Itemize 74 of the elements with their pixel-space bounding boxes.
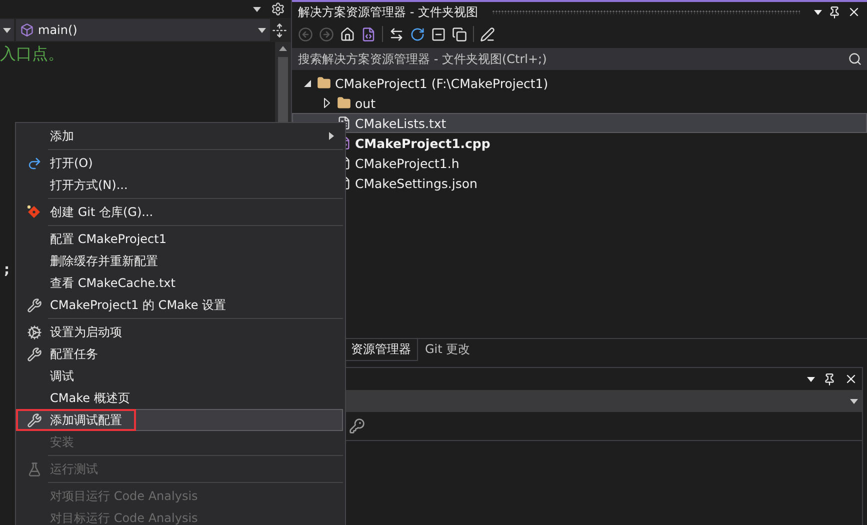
tree-item[interactable]: CMakeLists.txt [292,113,867,133]
cube-icon [20,23,34,37]
folder-icon [337,96,351,110]
menu-label: 配置任务 [50,346,98,362]
code-text: ; [3,262,11,278]
dropdown-caret-icon [253,6,261,12]
refresh-icon[interactable] [410,26,425,42]
flask-icon [26,462,42,476]
caret-icon [3,28,11,32]
menu-label: 添加调试配置 [50,412,122,428]
panel-tab[interactable]: Git 更改 [418,339,478,361]
menu-label: 打开(O) [50,154,93,172]
wrench-icon [26,346,42,362]
caret-icon [258,28,266,32]
split-icon[interactable] [272,22,287,38]
menu-label: 对项目运行 Code Analysis [50,488,198,504]
menu-item[interactable]: CMakeProject1 的 CMake 设置 [16,294,343,316]
menu-label: CMake 概述页 [50,390,130,406]
menu-item[interactable]: 删除缓存并重新配置 [16,250,343,272]
menu-item[interactable]: 配置任务 [16,343,343,365]
caret-icon [850,398,858,404]
menu-label: CMakeProject1 的 CMake 设置 [50,296,226,314]
gear-icon [26,324,42,340]
dropdown-caret-icon [814,10,822,14]
search-icon[interactable] [848,52,862,66]
folder-icon [317,76,331,90]
function-dropdown[interactable]: main() [16,19,270,41]
submenu-arrow-icon [329,132,334,140]
search-field[interactable]: 搜索解决方案资源管理器 - 文件夹视图(Ctrl+;) [292,48,867,70]
collapsed-arrow-icon[interactable] [324,98,330,108]
menu-label: 运行测试 [50,460,98,478]
copy-icon[interactable] [452,26,467,42]
switch-view-icon[interactable] [361,26,376,42]
scope-dropdown[interactable] [0,19,14,41]
git-icon [26,204,42,220]
menu-label: 打开方式(N)... [50,176,128,194]
tree-item[interactable]: out [292,93,867,113]
close-icon[interactable] [844,372,858,386]
wrench-icon [26,412,42,428]
menu-label: 调试 [50,368,74,384]
collapse-all-icon[interactable] [431,26,446,42]
code-comment: 入口点。 [0,44,65,64]
panel-tab[interactable]: 资源管理器 [344,339,418,361]
menu-item[interactable]: 打开方式(N)... [16,174,343,196]
panel-title: 解决方案资源管理器 - 文件夹视图 [298,4,478,20]
tree-item[interactable]: CMakeProject1 (F:\CMakeProject1) [292,73,867,93]
scroll-up-icon[interactable] [279,46,287,51]
redo-arrow-icon [26,156,42,170]
menu-item[interactable]: 配置 CMakeProject1 [16,228,343,250]
menu-item[interactable]: 添加调试配置 [16,409,343,431]
menu-label: 安装 [50,434,74,450]
menu-label: 设置为启动项 [50,324,122,340]
key-icon[interactable] [349,418,365,434]
menu-item[interactable]: 查看 CMakeCache.txt [16,272,343,294]
expanded-arrow-icon[interactable] [304,80,310,86]
dropdown-caret-icon [807,376,815,382]
settings-icon[interactable] [271,2,285,16]
sync-icon[interactable] [389,26,404,42]
pin-icon[interactable] [828,6,841,18]
menu-label: 配置 CMakeProject1 [50,230,166,248]
menu-item[interactable]: 调试 [16,365,343,387]
close-icon[interactable] [847,5,861,19]
menu-label: 删除缓存并重新配置 [50,252,158,270]
wrench-icon [26,298,42,312]
menu-item[interactable]: 设置为启动项 [16,321,343,343]
menu-label: 查看 CMakeCache.txt [50,274,176,292]
menu-item[interactable]: 创建 Git 仓库(G)... [16,201,343,223]
pin-icon[interactable] [823,372,836,386]
menu-label: 添加 [50,128,74,144]
menu-label: 对目标运行 Code Analysis [50,510,198,525]
menu-label: 创建 Git 仓库(G)... [50,204,154,220]
menu-item[interactable]: CMake 概述页 [16,387,343,409]
menu-item[interactable]: 打开(O) [16,152,343,174]
home-icon[interactable] [340,26,355,42]
